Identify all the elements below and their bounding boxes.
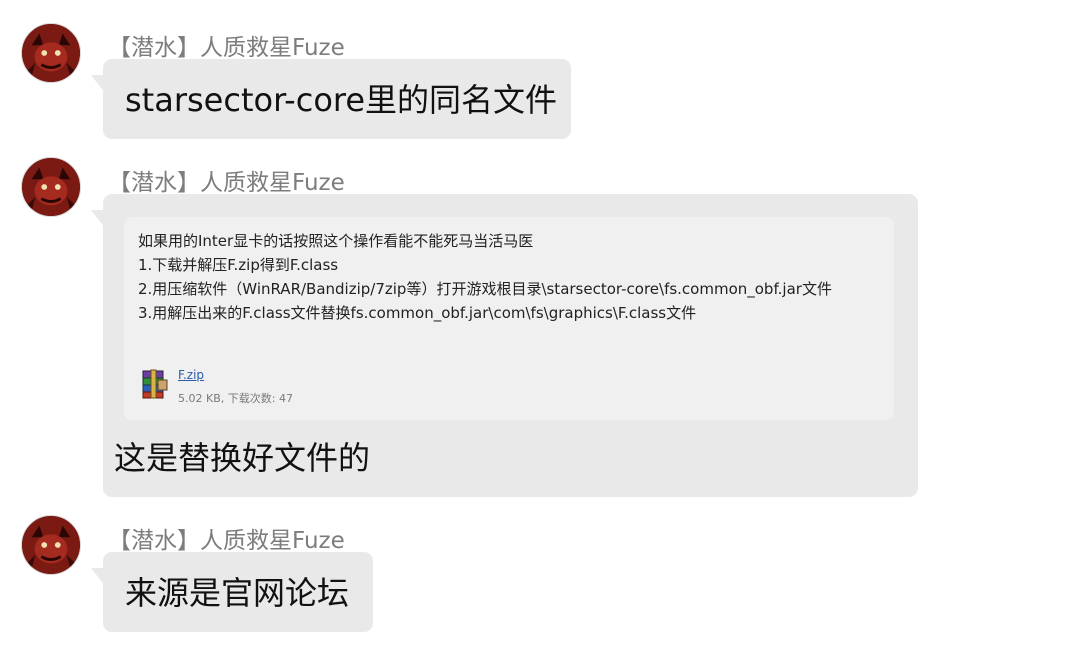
quote-line: 3.用解压出来的F.class文件替换fs.common_obf.jar\com…: [138, 304, 697, 322]
message-bubble: starsector-core里的同名文件: [91, 59, 571, 139]
sender-name: 【潜水】人质救星Fuze: [108, 35, 345, 61]
bubble-tail: [91, 75, 105, 93]
avatar[interactable]: [21, 23, 81, 83]
message-bubble: 如果用的Inter显卡的话按照这个操作看能不能死马当活马医 1.下载并解压F.z…: [91, 194, 918, 497]
avatar[interactable]: [21, 157, 81, 217]
avatar[interactable]: [21, 515, 81, 575]
avatar-demon-icon: [22, 24, 80, 82]
message-text: 这是替换好文件的: [114, 439, 371, 477]
message-bubble: 来源是官网论坛: [91, 552, 373, 632]
sender-name: 【潜水】人质救星Fuze: [108, 170, 345, 196]
quote-card: 如果用的Inter显卡的话按照这个操作看能不能死马当活马医 1.下载并解压F.z…: [124, 217, 894, 420]
winrar-archive-icon[interactable]: [138, 368, 170, 400]
avatar-demon-icon: [22, 516, 80, 574]
quote-line: 1.下载并解压F.zip得到F.class: [138, 256, 339, 274]
quote-line: 如果用的Inter显卡的话按照这个操作看能不能死马当活马医: [138, 232, 534, 250]
sender-name: 【潜水】人质救星Fuze: [108, 528, 345, 554]
avatar-demon-icon: [22, 158, 80, 216]
message-text: starsector-core里的同名文件: [125, 81, 558, 119]
bubble-tail: [91, 568, 105, 586]
attachment-link[interactable]: F.zip: [178, 368, 204, 382]
bubble-tail: [91, 210, 105, 228]
quote-line: 2.用压缩软件（WinRAR/Bandizip/7zip等）打开游戏根目录\st…: [138, 280, 832, 298]
attachment-meta: 5.02 KB, 下载次数: 47: [178, 392, 293, 405]
message-text: 来源是官网论坛: [125, 574, 350, 612]
